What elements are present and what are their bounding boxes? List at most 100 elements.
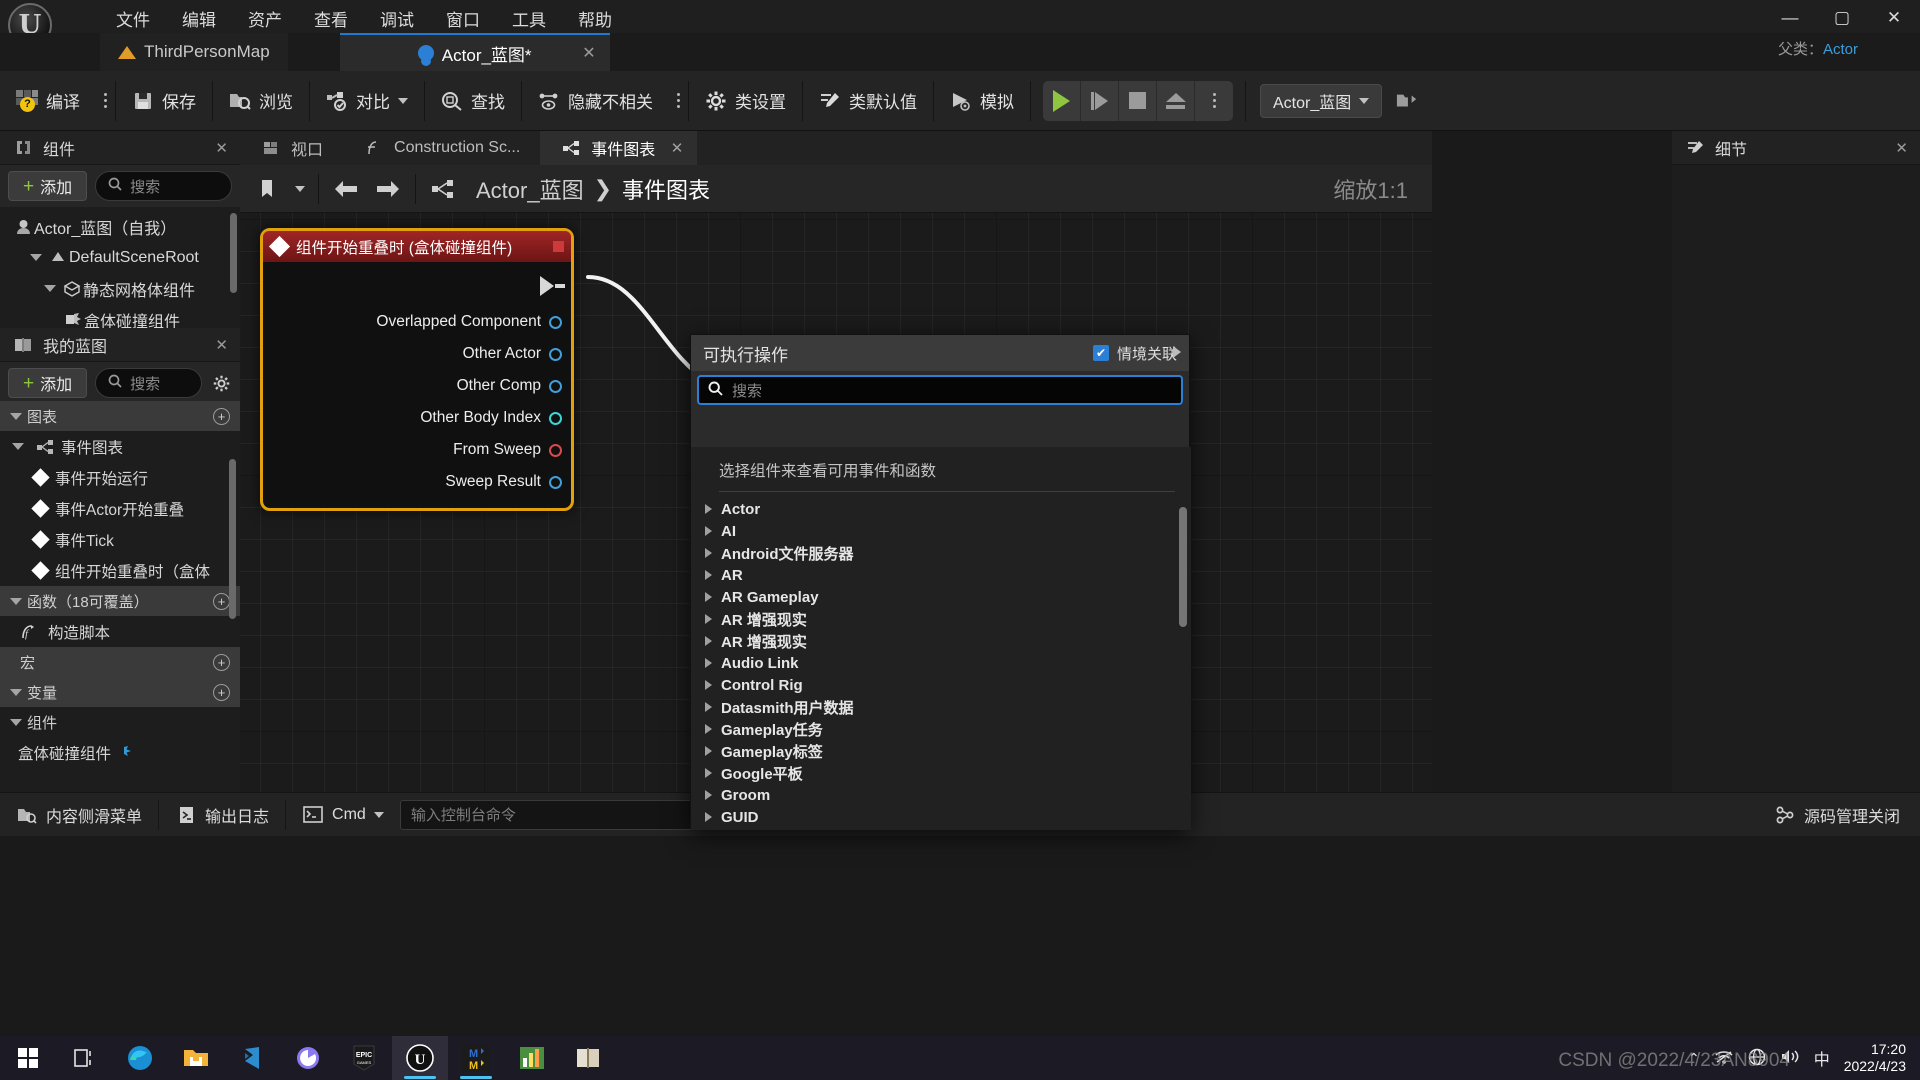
node-pin-sweep-result[interactable]: Sweep Result	[263, 466, 571, 498]
diff-button[interactable]: 对比	[310, 78, 424, 124]
taskbar-clock[interactable]: 17:20 2022/4/23	[1844, 1041, 1906, 1076]
chevron-right-icon[interactable]	[705, 812, 712, 822]
add-blueprint-item-button[interactable]: + 添加	[8, 368, 88, 398]
pin-icon[interactable]	[549, 443, 562, 457]
event-node-component-begin-overlap[interactable]: 组件开始重叠时 (盒体碰撞组件) Overlapped Component Ot…	[260, 228, 574, 511]
my-blueprint-scrollbar[interactable]	[229, 459, 236, 619]
section-graphs[interactable]: 图表 +	[0, 401, 240, 431]
bookmark-dropdown[interactable]	[290, 170, 310, 208]
node-pin-other-comp[interactable]: Other Comp	[263, 370, 571, 402]
popup-item[interactable]: Google平板	[691, 762, 1191, 784]
book-app-icon[interactable]	[560, 1036, 616, 1080]
popup-item[interactable]: Audio Link	[691, 652, 1191, 674]
tab-third-person-map[interactable]: ThirdPersonMap	[100, 33, 288, 71]
step-button[interactable]	[1081, 80, 1119, 121]
component-row-box-collision[interactable]: 盒体碰撞组件	[0, 304, 240, 330]
bookmark-button[interactable]	[248, 170, 286, 208]
popup-item[interactable]: Groom	[691, 784, 1191, 806]
class-defaults-button[interactable]: 类默认值	[803, 78, 933, 124]
section-components[interactable]: 组件	[0, 707, 240, 737]
menu-item-edit[interactable]: 编辑	[166, 0, 232, 37]
node-breakpoint-icon[interactable]	[553, 241, 564, 252]
mm-icon[interactable]: MM	[448, 1036, 504, 1080]
compile-button[interactable]: 编译	[0, 78, 96, 124]
chevron-right-icon[interactable]	[705, 504, 712, 514]
popup-item[interactable]: GUID	[691, 806, 1191, 828]
chevron-right-icon[interactable]	[705, 790, 712, 800]
menu-item-window[interactable]: 窗口	[430, 0, 496, 37]
chevron-down-icon[interactable]	[10, 688, 22, 696]
component-row-self[interactable]: Actor_蓝图（自我）	[0, 211, 240, 242]
app-circle-icon[interactable]	[280, 1036, 336, 1080]
chevron-down-icon[interactable]	[10, 412, 22, 420]
start-button[interactable]	[0, 1036, 56, 1080]
vscode-icon[interactable]	[224, 1036, 280, 1080]
maximize-button[interactable]: ▢	[1816, 0, 1868, 36]
stop-button[interactable]	[1119, 80, 1157, 121]
context-sensitive-toggle[interactable]: ✔ 情境关联	[1092, 343, 1177, 364]
node-pin-other-body-index[interactable]: Other Body Index	[263, 402, 571, 434]
chevron-down-icon[interactable]	[398, 97, 408, 104]
graph-icon-button[interactable]	[424, 170, 462, 208]
tab-actor-blueprint[interactable]: Actor_蓝图* ✕	[339, 33, 610, 71]
content-drawer-button[interactable]: 内容侧滑菜单	[0, 793, 158, 837]
simulate-button[interactable]: 模拟	[934, 78, 1030, 124]
chevron-right-icon[interactable]	[705, 592, 712, 602]
tree-item-event-tick[interactable]: 事件Tick	[0, 524, 240, 555]
section-macros[interactable]: 宏 +	[0, 647, 240, 677]
chevron-right-icon[interactable]	[705, 724, 712, 734]
forward-button[interactable]	[369, 170, 407, 208]
context-actions-popup[interactable]: 可执行操作 ✔ 情境关联 搜索 选择组件来查看可用事件和函数 Actor AI …	[690, 334, 1191, 830]
debug-filter-icon[interactable]	[1396, 90, 1418, 112]
pin-icon[interactable]	[549, 475, 562, 489]
unreal-engine-icon[interactable]: U	[392, 1036, 448, 1080]
back-button[interactable]	[327, 170, 365, 208]
node-pin-from-sweep[interactable]: From Sweep	[263, 434, 571, 466]
cmd-selector[interactable]: Cmd	[286, 793, 400, 837]
chevron-down-icon[interactable]	[373, 811, 384, 818]
chevron-right-icon[interactable]	[705, 548, 712, 558]
tab-viewport[interactable]: 视口	[240, 131, 343, 165]
tree-item-construction-script[interactable]: f 构造脚本	[0, 616, 240, 647]
eject-button[interactable]	[1157, 80, 1195, 121]
tree-item-event-actor-begin-overlap[interactable]: 事件Actor开始重叠	[0, 493, 240, 524]
save-button[interactable]: 保存	[116, 78, 212, 124]
popup-item[interactable]: Gameplay标签	[691, 740, 1191, 762]
epic-games-icon[interactable]: EPIC GAMES	[336, 1036, 392, 1080]
chevron-right-icon[interactable]	[705, 570, 712, 580]
menu-item-file[interactable]: 文件	[100, 0, 166, 37]
chevron-right-icon[interactable]	[705, 702, 712, 712]
section-variables[interactable]: 变量 +	[0, 677, 240, 707]
close-icon[interactable]: ✕	[1895, 139, 1908, 157]
edge-icon[interactable]	[112, 1036, 168, 1080]
play-button[interactable]	[1043, 80, 1081, 121]
source-control-button[interactable]: 源码管理关闭	[1754, 803, 1920, 827]
popup-item[interactable]: Android文件服务器	[691, 542, 1191, 564]
add-graph-icon[interactable]: +	[213, 407, 230, 425]
tree-item-event-graph[interactable]: 事件图表	[0, 431, 240, 462]
expand-arrow-icon[interactable]	[1173, 346, 1181, 358]
browse-button[interactable]: 浏览	[213, 78, 309, 124]
pin-icon[interactable]	[549, 315, 562, 329]
popup-item[interactable]: Actor	[691, 498, 1191, 520]
blueprint-selector-dropdown[interactable]: Actor_蓝图	[1260, 83, 1383, 118]
menu-item-tools[interactable]: 工具	[496, 0, 562, 37]
chevron-down-icon[interactable]	[44, 285, 56, 292]
tab-construction-script[interactable]: Construction Sc...	[343, 131, 540, 165]
breadcrumb-root[interactable]: Actor_蓝图	[476, 173, 584, 205]
chevron-down-icon[interactable]	[12, 443, 24, 450]
chevron-down-icon[interactable]	[30, 254, 42, 261]
menu-item-help[interactable]: 帮助	[562, 0, 628, 37]
minimize-button[interactable]: —	[1764, 0, 1816, 36]
popup-item[interactable]: AR 增强现实	[691, 608, 1191, 630]
file-explorer-icon[interactable]	[168, 1036, 224, 1080]
chevron-down-icon[interactable]	[10, 597, 22, 605]
add-variable-icon[interactable]: +	[213, 683, 230, 701]
node-exec-output[interactable]	[263, 266, 571, 306]
components-search-input[interactable]: 搜索	[95, 171, 232, 201]
component-row-default-scene-root[interactable]: DefaultSceneRoot	[0, 242, 240, 273]
hide-unrelated-button[interactable]: 隐藏不相关	[522, 78, 669, 124]
popup-action-list[interactable]: 选择组件来查看可用事件和函数 Actor AI Android文件服务器 AR …	[691, 447, 1191, 830]
class-settings-button[interactable]: 类设置	[689, 78, 802, 124]
tab-close-icon[interactable]: ✕	[582, 43, 595, 63]
